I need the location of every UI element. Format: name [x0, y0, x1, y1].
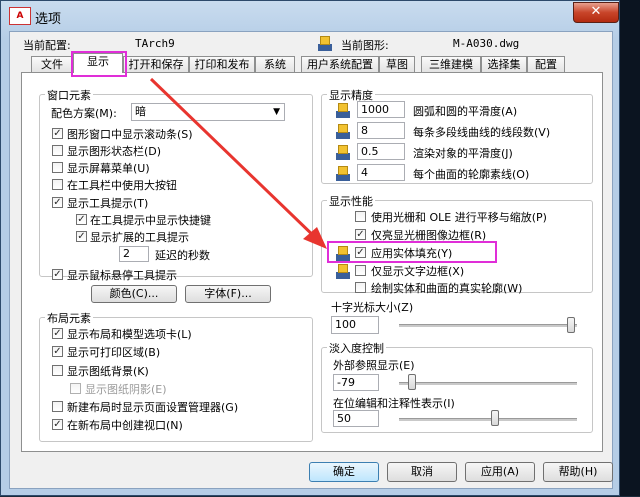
annotation-arrow [149, 77, 327, 249]
background-drawing-area [620, 0, 640, 496]
options-dialog: A 选项 ✕ 当前配置: TArch9 当前图形: M-A030.dwg 文件 … [0, 0, 620, 496]
